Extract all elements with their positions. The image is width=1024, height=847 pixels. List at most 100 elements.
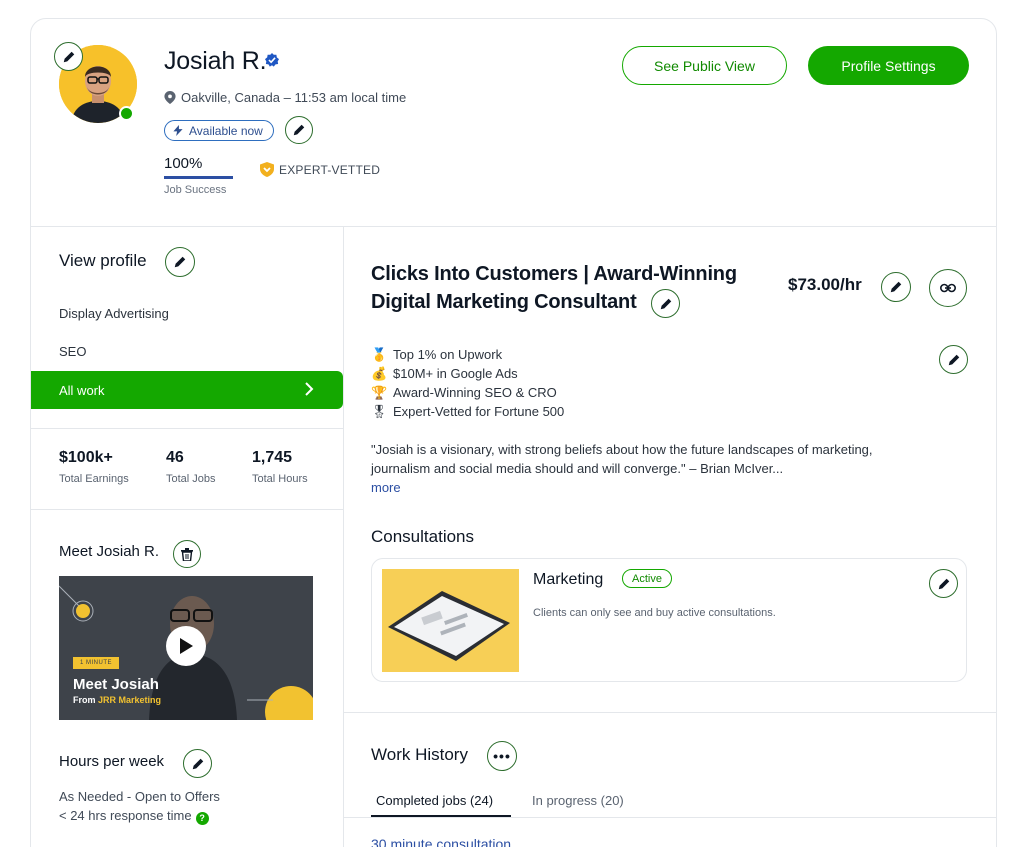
section-divider [344,712,996,713]
sidebar-divider [31,509,343,510]
play-icon [180,638,193,654]
consultation-thumbnail [382,569,519,672]
availability-badge[interactable]: Available now [164,120,274,141]
consultations-heading: Consultations [371,527,475,546]
online-status-dot [119,106,134,121]
lightning-icon [173,125,183,136]
see-public-view-button[interactable]: See Public View [622,46,787,85]
job-success-fill [164,176,233,179]
overview-quote: "Josiah is a visionary, with strong beli… [371,442,873,476]
overview-highlights: 🥇 Top 1% on Upwork 💰 $10M+ in Google Ads 🏆… [371,345,564,421]
expert-vetted-badge: EXPERT-VETTED [260,162,380,177]
military-medal-icon: 🎖 [371,404,388,419]
tabs-divider [344,817,996,818]
status-badge: Active [622,569,672,588]
delete-video-button[interactable] [173,540,201,568]
list-item: 🥇 Top 1% on Upwork [371,345,564,364]
sidebar-divider [31,428,343,429]
stat-total-earnings: $100k+ Total Earnings [59,449,129,485]
pencil-icon [293,124,305,136]
copy-link-button[interactable] [929,269,967,307]
column-divider [343,226,344,847]
stat-value: $100k+ [59,449,113,466]
pencil-icon [890,281,902,293]
consultation-card[interactable]: Marketing Active Clients can only see an… [371,558,967,682]
expert-vetted-label: EXPERT-VETTED [279,162,381,177]
pencil-icon [192,758,203,769]
pencil-icon [63,51,74,62]
list-item: 💰 $10M+ in Google Ads [371,364,564,383]
profile-card: Josiah R. Oakville, Canada – 11:53 am lo… [30,18,997,847]
list-item: 🎖 Expert-Vetted for Fortune 500 [371,402,564,421]
hours-per-week-heading: Hours per week [59,753,165,770]
job-title-link[interactable]: 30 minute consultation [371,836,511,847]
list-item-text: Expert-Vetted for Fortune 500 [393,404,565,419]
edit-headline-button[interactable] [651,289,680,318]
stat-value: 1,745 [252,449,293,466]
edit-specialized-profiles-button[interactable] [165,247,195,277]
sidebar-item-all-work[interactable]: All work [31,371,343,409]
job-success-bar [164,176,233,179]
list-item: 🏆 Award-Winning SEO & CRO [371,383,564,402]
verified-check-icon [265,53,279,67]
play-button[interactable] [166,626,206,666]
sidebar-item-label: All work [59,382,105,398]
edit-consultation-button[interactable] [929,569,958,598]
job-success-label: Job Success [164,184,227,196]
hours-availability-text: As Needed - Open to Offers [59,789,220,804]
intro-video[interactable]: 1 MINUTE Meet Josiah From JRR Marketing [59,576,313,720]
medal-icon: 🥇 [371,347,388,362]
edit-avatar-button[interactable] [54,42,83,71]
tab-in-progress[interactable]: In progress (20) [532,793,624,808]
sidebar-item-seo[interactable]: SEO [59,344,86,359]
trophy-icon: 🏆 [371,385,388,400]
sidebar-item-display-advertising[interactable]: Display Advertising [59,306,169,321]
link-icon [940,283,956,293]
response-time-text: < 24 hrs response time? [59,808,209,825]
edit-overview-button[interactable] [939,345,968,374]
edit-availability-button[interactable] [285,116,313,144]
stat-label: Total Hours [252,473,308,485]
video-subtitle-brand: JRR Marketing [98,695,162,705]
availability-label: Available now [189,123,263,138]
profile-headline: Clicks Into Customers | Award-Winning Di… [371,260,771,316]
headline-line-2: Digital Marketing Consultant [371,291,637,313]
location-text: Oakville, Canada – 11:53 am local time [181,90,407,105]
video-duration-tag: 1 MINUTE [73,657,119,669]
help-icon[interactable]: ? [195,812,209,825]
consultation-description: Clients can only see and buy active cons… [533,607,776,619]
video-title: Meet Josiah [73,676,159,693]
pencil-icon [948,354,959,365]
response-time-label: < 24 hrs response time [59,808,192,823]
hourly-rate: $73.00/hr [788,275,862,294]
work-history-more-button[interactable]: ••• [487,741,517,771]
tab-completed-jobs[interactable]: Completed jobs (24) [376,793,493,808]
stat-total-hours: 1,745 Total Hours [252,449,308,485]
work-history-heading: Work History [371,745,468,764]
job-success-percent: 100% [164,155,203,172]
list-item-text: $10M+ in Google Ads [393,366,518,381]
chevron-right-icon [305,382,314,396]
more-dots-icon: ••• [493,748,511,764]
pencil-icon [660,298,671,309]
video-subtitle-prefix: From [73,695,99,705]
more-link[interactable]: more [371,480,401,495]
headline-line-1: Clicks Into Customers | Award-Winning [371,263,737,285]
video-intro-heading: Meet Josiah R. [59,543,160,560]
money-bag-icon: 💰 [371,366,388,381]
consultation-name: Marketing [533,571,604,588]
stat-label: Total Jobs [166,473,216,485]
edit-hours-button[interactable] [183,749,212,778]
profile-settings-button[interactable]: Profile Settings [808,46,969,85]
list-item-text: Award-Winning SEO & CRO [393,385,557,400]
stat-label: Total Earnings [59,473,129,485]
pencil-icon [174,256,186,268]
profile-name: Josiah R. [164,47,267,75]
view-profile-heading: View profile [59,251,147,270]
header-divider [31,226,996,227]
video-subtitle: From JRR Marketing [73,695,161,705]
edit-rate-button[interactable] [881,272,911,302]
pencil-icon [938,578,949,589]
map-pin-icon [164,91,176,104]
stat-total-jobs: 46 Total Jobs [166,449,216,485]
